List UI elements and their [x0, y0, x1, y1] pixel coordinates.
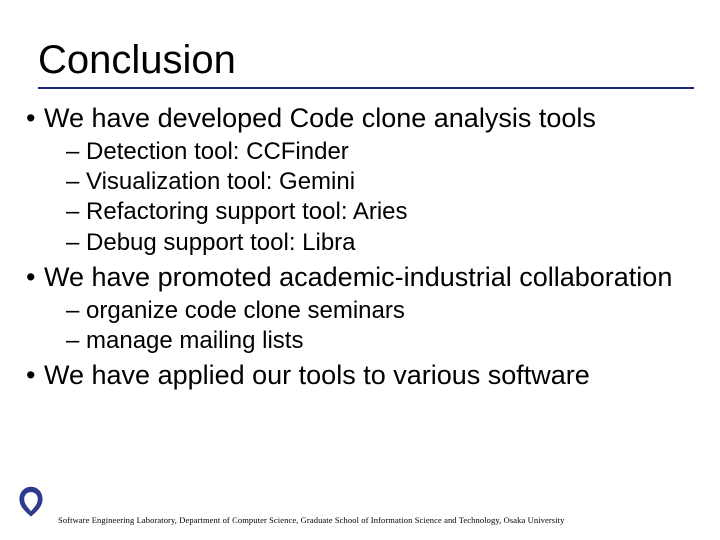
- slide-body: We have developed Code clone analysis to…: [0, 89, 720, 392]
- bullet-text: We have developed Code clone analysis to…: [18, 103, 720, 135]
- bullet-item: We have promoted academic-industrial col…: [18, 262, 720, 356]
- sub-bullet-item: manage mailing lists: [66, 326, 720, 356]
- bullet-text: We have applied our tools to various sof…: [18, 360, 720, 392]
- slide-title: Conclusion: [38, 38, 236, 85]
- footer-text: Software Engineering Laboratory, Departm…: [58, 515, 564, 525]
- sub-bullet-item: organize code clone seminars: [66, 296, 720, 326]
- sub-bullet-item: Detection tool: CCFinder: [66, 137, 720, 167]
- bullet-item: We have applied our tools to various sof…: [18, 360, 720, 392]
- bullet-item: We have developed Code clone analysis to…: [18, 103, 720, 258]
- sub-bullet-item: Debug support tool: Libra: [66, 228, 720, 258]
- sub-bullet-item: Refactoring support tool: Aries: [66, 197, 720, 227]
- sub-bullet-item: Visualization tool: Gemini: [66, 167, 720, 197]
- bullet-text: We have promoted academic-industrial col…: [18, 262, 720, 294]
